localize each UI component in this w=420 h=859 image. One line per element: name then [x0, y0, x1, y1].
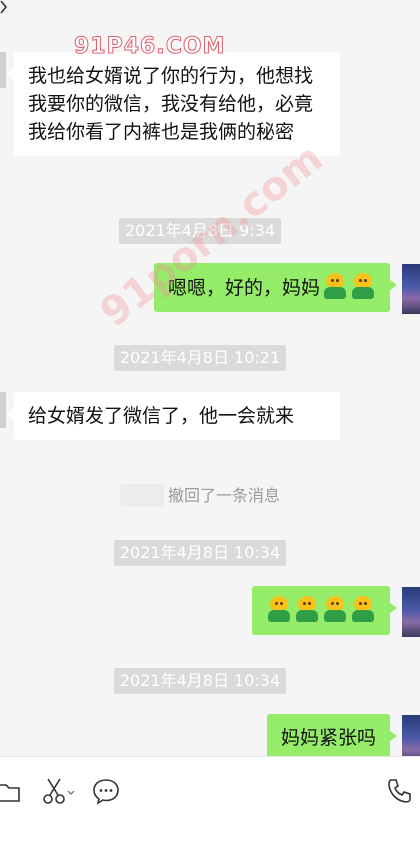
recalled-user-name	[120, 484, 164, 506]
message-text: 嗯嗯，好的，妈妈	[167, 277, 320, 299]
timestamp: 2021年4月8日 9:34	[0, 218, 400, 244]
outgoing-message[interactable]: 妈妈紧张吗	[266, 714, 398, 756]
shrug-emoji	[322, 273, 348, 299]
contact-avatar[interactable]	[0, 392, 6, 428]
shrug-emoji	[266, 596, 292, 622]
shrug-emoji	[350, 273, 376, 299]
shrug-emoji	[322, 596, 348, 622]
chat-history[interactable]: 我也给女婿说了你的行为，他想找我要你的微信，我没有给他，必竟我给你看了内裤也是我…	[0, 0, 420, 756]
outgoing-message[interactable]	[252, 586, 397, 635]
chevron-icon[interactable]	[0, 0, 8, 14]
shrug-emoji	[350, 596, 376, 622]
message-text: 妈妈紧张吗	[280, 727, 376, 749]
outgoing-message[interactable]: 嗯嗯，好的，妈妈	[153, 263, 398, 312]
my-avatar[interactable]	[402, 264, 420, 314]
timestamp: 2021年4月8日 10:21	[0, 345, 400, 371]
timestamp: 2021年4月8日 10:34	[0, 668, 400, 694]
shrug-emoji	[294, 596, 320, 622]
contact-avatar[interactable]	[0, 52, 6, 88]
input-toolbar	[0, 756, 420, 859]
my-avatar[interactable]	[402, 715, 420, 756]
my-avatar[interactable]	[402, 587, 420, 637]
message-text: 我也给女婿说了你的行为，他想找我要你的微信，我没有给他，必竟我给你看了内裤也是我…	[28, 65, 314, 143]
message-text: 给女婿发了微信了，他一会就来	[28, 405, 295, 427]
incoming-message[interactable]: 我也给女婿说了你的行为，他想找我要你的微信，我没有给他，必竟我给你看了内裤也是我…	[7, 52, 340, 156]
chat-bubble-icon[interactable]	[92, 777, 120, 805]
timestamp: 2021年4月8日 10:34	[0, 540, 400, 566]
folder-icon[interactable]	[0, 777, 20, 805]
phone-icon[interactable]	[386, 777, 414, 805]
scissors-icon[interactable]	[40, 777, 76, 805]
incoming-message[interactable]: 给女婿发了微信了，他一会就来	[7, 392, 340, 440]
recall-notice: 撤回了一条消息	[0, 482, 420, 512]
